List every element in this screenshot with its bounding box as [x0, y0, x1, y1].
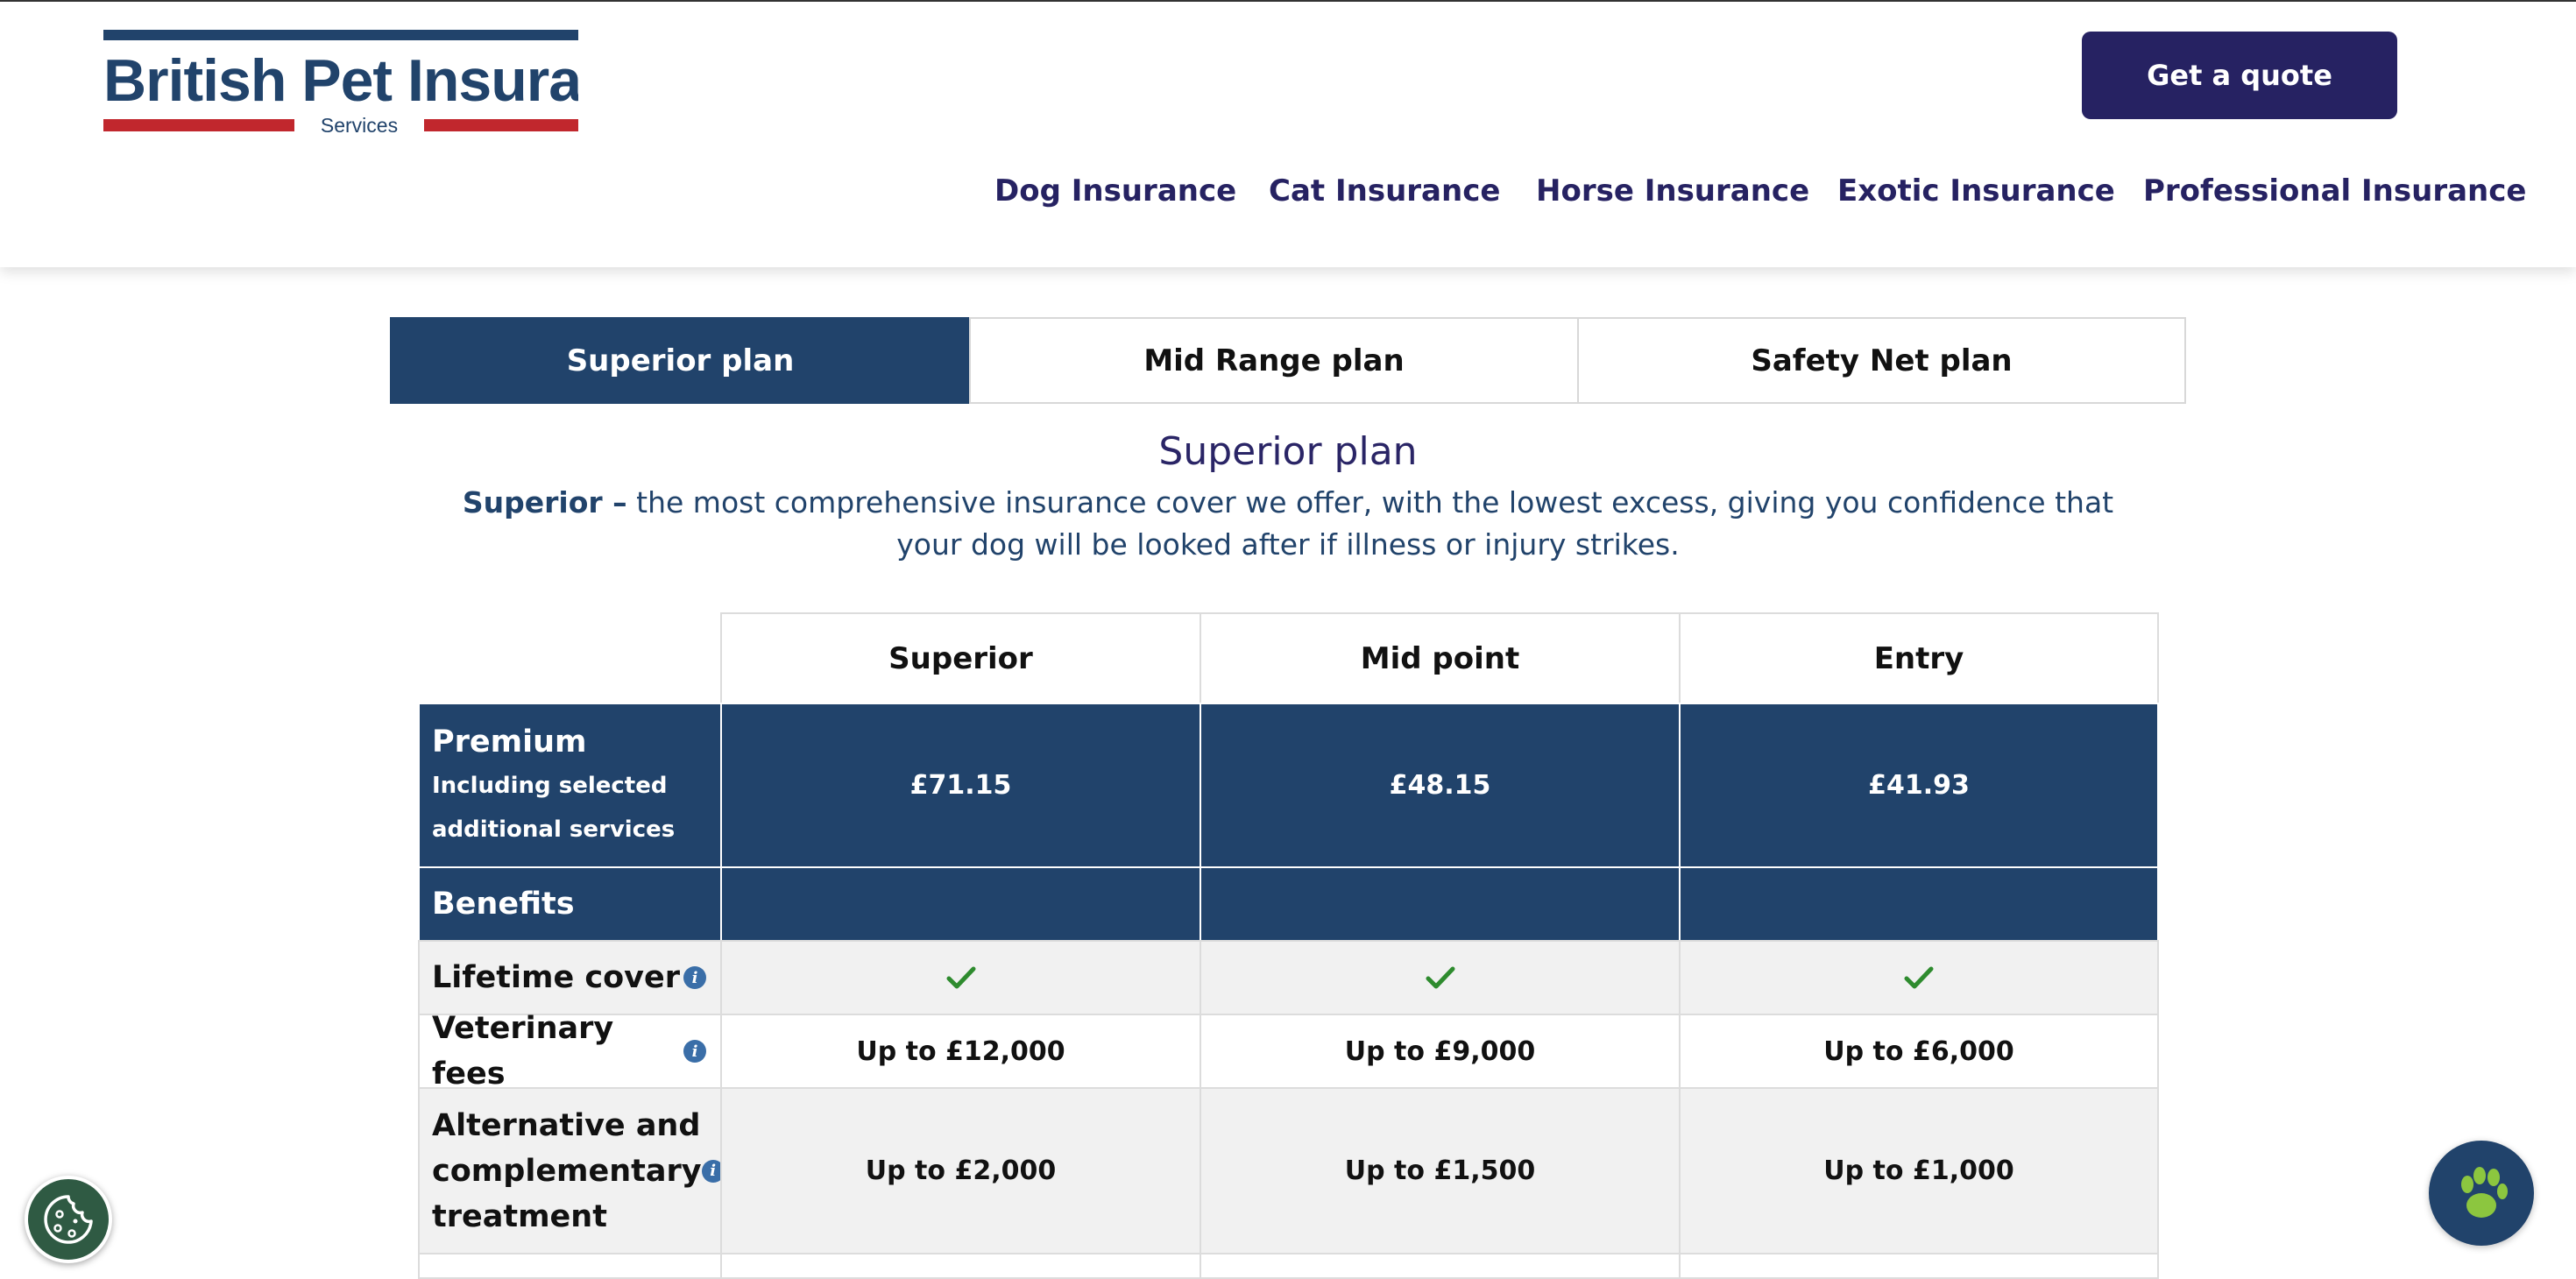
logo-red-bar-left [103, 119, 294, 131]
get-a-quote-button[interactable]: Get a quote [2082, 32, 2397, 119]
next-row-mid-point [1200, 1253, 1681, 1279]
site-header: British Pet Insurance Services Get a quo… [0, 0, 2576, 267]
next-row-superior [720, 1253, 1201, 1279]
tab-safety-net-plan[interactable]: Safety Net plan [1577, 317, 2186, 404]
next-row-entry [1679, 1253, 2159, 1279]
lifetime-cover-label-cell: Lifetime cover i [418, 940, 722, 1015]
alternative-treatment-label-cell: Alternative and complementary treatment … [418, 1087, 725, 1254]
plan-title: Superior plan [1158, 429, 1418, 474]
premium-sublabel-line1: Including selected [432, 772, 668, 799]
alternative-treatment-label-line2: complementary [432, 1153, 702, 1189]
alternative-treatment-label-line1: Alternative and [432, 1107, 701, 1143]
lifetime-cover-label: Lifetime cover [432, 960, 680, 995]
column-header-superior: Superior [720, 612, 1201, 704]
column-header-entry: Entry [1679, 612, 2159, 704]
cookie-icon [44, 1195, 93, 1244]
benefits-entry [1679, 866, 2159, 942]
premium-superior: £71.15 [720, 703, 1201, 868]
info-icon[interactable]: i [683, 1040, 706, 1063]
benefits-superior [720, 866, 1201, 942]
veterinary-fees-label: Veterinary fees [432, 1011, 614, 1092]
lifetime-cover-superior [720, 940, 1201, 1015]
logo-red-bar-right [424, 119, 578, 131]
plan-description-text: the most comprehensive insurance cover w… [626, 485, 2114, 562]
site-logo[interactable]: British Pet Insurance Services [103, 30, 578, 138]
plan-tabs: Superior plan Mid Range plan Safety Net … [390, 317, 2186, 404]
premium-sublabel-line2: additional services [432, 816, 676, 843]
plan-description: Superior – the most comprehensive insura… [438, 482, 2138, 569]
nav-exotic-insurance[interactable]: Exotic Insurance [1837, 168, 2115, 214]
alternative-treatment-entry: Up to £1,000 [1679, 1087, 2159, 1254]
veterinary-fees-superior: Up to £12,000 [720, 1014, 1201, 1089]
check-icon [946, 966, 975, 989]
logo-services: Services [320, 114, 399, 137]
veterinary-fees-label-cell: Veterinary fees i [418, 1011, 722, 1092]
cookie-settings-button[interactable] [25, 1176, 112, 1263]
logo-top-bar [103, 30, 578, 40]
check-icon [1904, 966, 1934, 989]
alternative-treatment-label: Alternative and complementary treatment [432, 1103, 702, 1240]
nav-dog-insurance[interactable]: Dog Insurance [994, 168, 1236, 214]
paw-icon [2461, 1167, 2508, 1218]
premium-label: Premium [432, 724, 587, 760]
alternative-treatment-label-line3: treatment [432, 1198, 607, 1234]
veterinary-fees-mid-point: Up to £9,000 [1200, 1014, 1681, 1089]
alternative-treatment-mid-point: Up to £1,500 [1200, 1087, 1681, 1254]
benefits-label-cell: Benefits [418, 866, 722, 942]
column-header-mid-point: Mid point [1200, 612, 1681, 704]
paw-chat-button[interactable] [2429, 1141, 2534, 1246]
info-icon[interactable]: i [683, 966, 706, 989]
tab-mid-range-plan[interactable]: Mid Range plan [969, 317, 1579, 404]
benefits-label: Benefits [432, 887, 575, 922]
logo-name: British Pet Insurance [103, 49, 578, 112]
nav-horse-insurance[interactable]: Horse Insurance [1536, 168, 1809, 214]
plan-description-bold: Superior – [462, 485, 627, 519]
tab-superior-plan[interactable]: Superior plan [390, 317, 971, 404]
premium-label-cell: Premium Including selected additional se… [418, 703, 722, 868]
alternative-treatment-superior: Up to £2,000 [720, 1087, 1201, 1254]
nav-cat-insurance[interactable]: Cat Insurance [1269, 168, 1500, 214]
lifetime-cover-entry [1679, 940, 2159, 1015]
lifetime-cover-mid-point [1200, 940, 1681, 1015]
nav-professional-insurance[interactable]: Professional Insurance [2143, 168, 2526, 214]
next-row-label-cell [418, 1253, 722, 1279]
veterinary-fees-entry: Up to £6,000 [1679, 1014, 2159, 1089]
premium-entry: £41.93 [1679, 703, 2159, 868]
check-icon [1426, 966, 1454, 989]
premium-mid-point: £48.15 [1200, 703, 1681, 868]
benefits-mid-point [1200, 866, 1681, 942]
